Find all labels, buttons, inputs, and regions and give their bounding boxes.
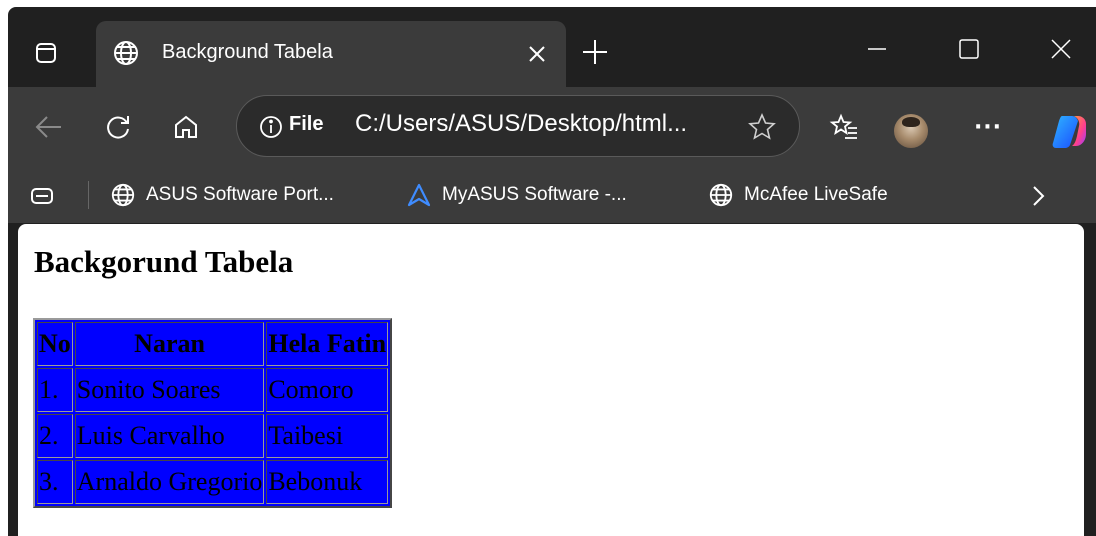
- home-icon[interactable]: [168, 109, 204, 145]
- more-menu-icon[interactable]: ···: [970, 109, 1006, 145]
- table-row: 3. Arnaldo Gregorio Bebonuk: [37, 460, 389, 504]
- favorites-icon[interactable]: [826, 109, 862, 145]
- refresh-icon[interactable]: [100, 109, 136, 145]
- column-header-hela-fatin: Hela Fatin: [266, 322, 389, 366]
- data-table: No Naran Hela Fatin 1. Sonito Soares Com…: [33, 318, 393, 508]
- maximize-icon[interactable]: [946, 29, 992, 69]
- info-icon[interactable]: [259, 115, 283, 139]
- table-cell: Taibesi: [266, 414, 389, 458]
- column-header-no: No: [37, 322, 73, 366]
- favorite-star-icon[interactable]: [747, 112, 777, 142]
- table-header-row: No Naran Hela Fatin: [37, 322, 389, 366]
- globe-icon: [708, 182, 734, 208]
- table-cell: 2.: [37, 414, 73, 458]
- chevron-right-icon[interactable]: [1026, 184, 1050, 208]
- profile-avatar[interactable]: [894, 114, 928, 148]
- tab-active[interactable]: Background Tabela: [96, 21, 566, 87]
- table-cell: Sonito Soares: [74, 368, 265, 412]
- page-content: Backgorund Tabela No Naran Hela Fatin 1.…: [18, 224, 1084, 536]
- tab-actions-icon[interactable]: [26, 33, 66, 73]
- table-cell: 1.: [37, 368, 73, 412]
- table-cell: Comoro: [266, 368, 389, 412]
- close-tab-icon[interactable]: [526, 43, 548, 65]
- bookmark-label: McAfee LiveSafe: [744, 184, 888, 205]
- bookmark-label: ASUS Software Port...: [146, 184, 334, 205]
- bookmark-asus-software-portal[interactable]: ASUS Software Port...: [110, 180, 334, 210]
- bookmarks-bar: ASUS Software Port... MyASUS Software -.…: [8, 168, 1096, 223]
- minimize-icon[interactable]: [854, 29, 900, 69]
- toolbar: File C:/Users/ASUS/Desktop/html... ···: [8, 87, 1096, 168]
- address-scheme-label: File: [289, 113, 324, 135]
- column-header-naran: Naran: [74, 322, 265, 366]
- table-row: 1. Sonito Soares Comoro: [37, 368, 389, 412]
- table-cell: 3.: [37, 460, 73, 504]
- address-url[interactable]: C:/Users/ASUS/Desktop/html...: [355, 110, 687, 138]
- page-heading: Backgorund Tabela: [34, 244, 294, 279]
- close-window-icon[interactable]: [1038, 29, 1084, 69]
- table-row: 2. Luis Carvalho Taibesi: [37, 414, 389, 458]
- table-cell: Luis Carvalho: [74, 414, 265, 458]
- address-bar[interactable]: File C:/Users/ASUS/Desktop/html...: [236, 95, 800, 157]
- table-cell: Bebonuk: [266, 460, 389, 504]
- globe-icon: [112, 39, 140, 67]
- bookmarks-divider: [88, 181, 89, 209]
- globe-icon: [110, 182, 136, 208]
- bookmark-mcafee-livesafe[interactable]: McAfee LiveSafe: [708, 180, 888, 210]
- table-cell: Arnaldo Gregorio: [74, 460, 265, 504]
- new-tab-icon[interactable]: [580, 37, 610, 67]
- bookmark-myasus-software[interactable]: MyASUS Software -...: [406, 180, 627, 210]
- asus-logo-icon: [406, 182, 432, 208]
- back-arrow-icon[interactable]: [30, 109, 66, 145]
- bookmark-label: MyASUS Software -...: [442, 184, 627, 205]
- tab-title: Background Tabela: [162, 41, 333, 63]
- tab-strip: Background Tabela: [8, 7, 1096, 87]
- copilot-icon[interactable]: [1048, 114, 1088, 148]
- collections-icon[interactable]: [30, 184, 54, 208]
